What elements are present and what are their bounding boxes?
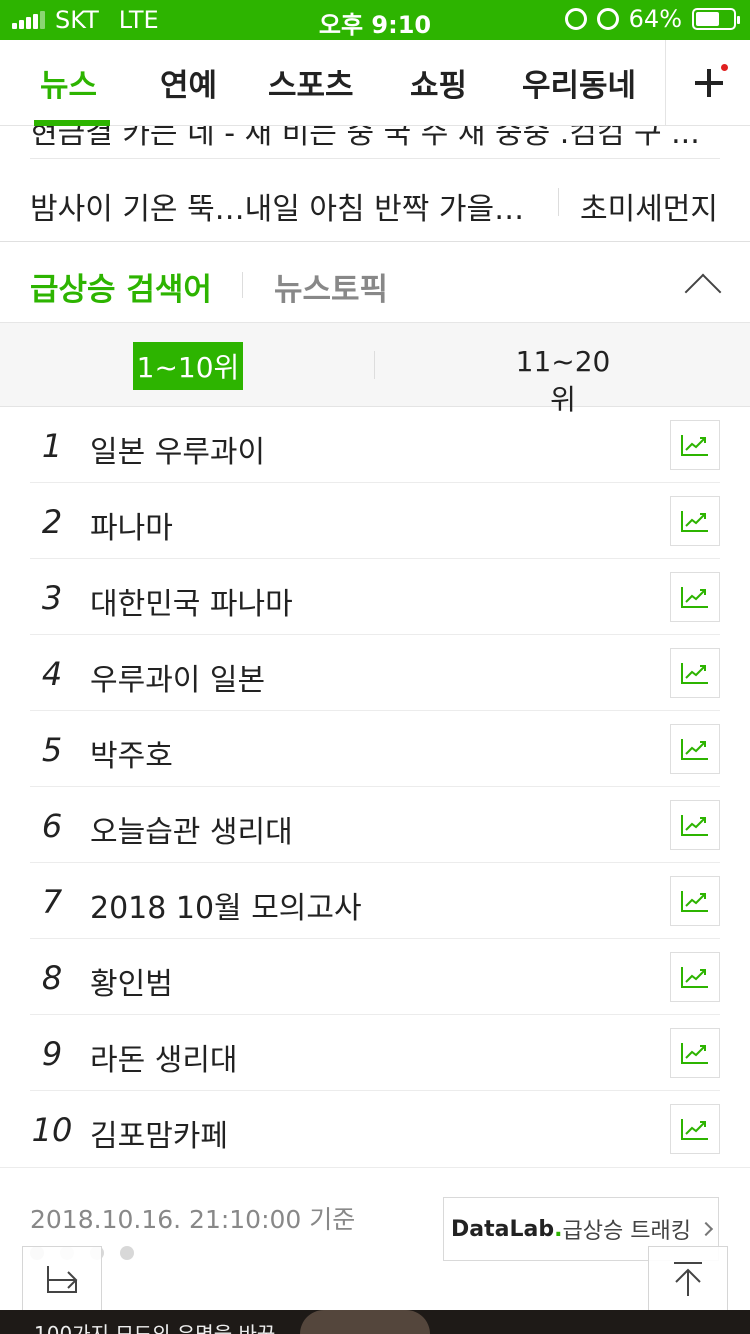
rank-keyword[interactable]: 김포맘카페 bbox=[90, 1111, 228, 1155]
rank-keyword[interactable]: 라돈 생리대 bbox=[90, 1035, 238, 1079]
rank-number: 7 bbox=[41, 883, 63, 921]
rank-row[interactable]: 1 일본 우루과이 bbox=[30, 407, 720, 483]
tab-rising-searches[interactable]: 급상승 검색어 bbox=[30, 264, 212, 309]
tab-shopping[interactable]: 쇼핑 bbox=[410, 60, 467, 105]
tab-neighborhood[interactable]: 우리동네 bbox=[522, 60, 636, 105]
rotation-lock-icon bbox=[564, 8, 587, 30]
rank-keyword[interactable]: 대한민국 파나마 bbox=[90, 579, 293, 623]
arrow-up-icon bbox=[674, 1262, 702, 1296]
rank-keyword[interactable]: 박주호 bbox=[90, 731, 173, 775]
rank-row[interactable]: 7 2018 10월 모의고사 bbox=[30, 863, 720, 939]
rank-number: 8 bbox=[41, 959, 63, 997]
trend-chart-icon bbox=[681, 967, 708, 988]
category-tab-bar: 뉴스 연예 스포츠 쇼핑 우리동네 bbox=[0, 40, 750, 126]
tab-entertainment[interactable]: 연예 bbox=[160, 60, 217, 105]
plus-icon-vertical bbox=[707, 69, 711, 97]
trend-chart-icon bbox=[681, 587, 708, 608]
tab-news-topic[interactable]: 뉴스토픽 bbox=[274, 264, 388, 309]
chevron-right-icon bbox=[698, 1221, 714, 1237]
trend-chart-button[interactable] bbox=[670, 496, 720, 546]
rank-row[interactable]: 8 황인범 bbox=[30, 939, 720, 1015]
headline-link[interactable]: 밤사이 기온 뚝…내일 아침 반짝 가을 … bbox=[30, 184, 530, 228]
rank-number: 9 bbox=[41, 1035, 63, 1073]
headline-cut[interactable]: 현금결 카는 네 - 새 비는 중 국 주 재 중중 .컴컴 구 ... bbox=[30, 126, 720, 152]
ad-banner-image bbox=[300, 1310, 430, 1334]
ad-banner-text: 100가지 모드의 유명을 바꾼 bbox=[34, 1322, 276, 1334]
divider bbox=[558, 188, 559, 216]
ad-banner[interactable]: 100가지 모드의 유명을 바꾼 bbox=[0, 1310, 750, 1334]
divider bbox=[30, 158, 720, 159]
trend-chart-icon bbox=[681, 815, 708, 836]
update-timestamp: 2018.10.16. 21:10:00 기준 bbox=[30, 1205, 356, 1234]
rank-row[interactable]: 4 우루과이 일본 bbox=[30, 635, 720, 711]
battery-icon bbox=[692, 8, 740, 30]
add-tab-button[interactable] bbox=[665, 40, 750, 126]
trend-chart-button[interactable] bbox=[670, 800, 720, 850]
rank-row[interactable]: 3 대한민국 파나마 bbox=[30, 559, 720, 635]
trend-chart-button[interactable] bbox=[670, 572, 720, 622]
status-right: 64% bbox=[564, 5, 740, 33]
news-headlines: 현금결 카는 네 - 새 비는 중 국 주 재 중중 .컴컴 구 ... 밤사이… bbox=[0, 126, 750, 241]
rank-number: 3 bbox=[41, 579, 63, 617]
collapse-button[interactable] bbox=[672, 260, 732, 311]
pager-dot[interactable] bbox=[120, 1246, 134, 1260]
rank-list: 1 일본 우루과이 2 파나마 3 대한민국 파나마 4 우루과이 일본 5 박… bbox=[30, 407, 720, 1167]
trend-chart-icon bbox=[681, 511, 708, 532]
divider bbox=[0, 1167, 750, 1168]
tab-sports[interactable]: 스포츠 bbox=[268, 60, 354, 105]
datalab-dot: . bbox=[554, 1216, 563, 1242]
rank-keyword[interactable]: 일본 우루과이 bbox=[90, 427, 265, 471]
rank-row[interactable]: 9 라돈 생리대 bbox=[30, 1015, 720, 1091]
trend-chart-button[interactable] bbox=[670, 952, 720, 1002]
trend-chart-button[interactable] bbox=[670, 876, 720, 926]
trend-chart-button[interactable] bbox=[670, 724, 720, 774]
trend-chart-button[interactable] bbox=[670, 420, 720, 470]
rank-keyword[interactable]: 황인범 bbox=[90, 959, 173, 1003]
rank-range-tabs: 1~10위 11~20위 bbox=[0, 323, 750, 416]
new-badge-dot bbox=[721, 64, 728, 71]
section-header: 급상승 검색어 뉴스토픽 bbox=[0, 241, 750, 323]
divider bbox=[242, 272, 243, 298]
rank-number: 5 bbox=[41, 731, 63, 769]
rank-keyword[interactable]: 파나마 bbox=[90, 503, 173, 547]
scroll-to-top-button[interactable] bbox=[648, 1246, 728, 1312]
trend-chart-icon bbox=[681, 739, 708, 760]
rank-number: 2 bbox=[41, 503, 63, 541]
rank-row[interactable]: 6 오늘습관 생리대 bbox=[30, 787, 720, 863]
rank-keyword[interactable]: 오늘습관 생리대 bbox=[90, 807, 293, 851]
rank-keyword[interactable]: 우루과이 일본 bbox=[90, 655, 265, 699]
rank-keyword[interactable]: 2018 10월 모의고사 bbox=[90, 883, 362, 927]
battery-percent: 64% bbox=[628, 5, 682, 33]
trend-chart-button[interactable] bbox=[670, 1104, 720, 1154]
tab-rank-1-10[interactable]: 1~10위 bbox=[133, 342, 243, 390]
trend-chart-button[interactable] bbox=[670, 1028, 720, 1078]
trend-chart-icon bbox=[681, 891, 708, 912]
trend-chart-icon bbox=[681, 1043, 708, 1064]
rank-number: 1 bbox=[41, 427, 63, 465]
trend-chart-icon bbox=[681, 663, 708, 684]
share-icon bbox=[47, 1266, 78, 1293]
trend-chart-icon bbox=[681, 1119, 708, 1140]
trend-chart-button[interactable] bbox=[670, 648, 720, 698]
divider bbox=[374, 351, 375, 379]
rank-row[interactable]: 10 김포맘카페 bbox=[30, 1091, 720, 1167]
headline-tag[interactable]: 초미세먼지 bbox=[580, 184, 718, 228]
tab-news[interactable]: 뉴스 bbox=[40, 60, 97, 105]
status-bar: SKT LTE 오후 9:10 64% bbox=[0, 0, 750, 40]
share-button[interactable] bbox=[22, 1246, 102, 1312]
trend-chart-icon bbox=[681, 435, 708, 456]
datalab-label: 급상승 트래킹 bbox=[562, 1219, 691, 1244]
alarm-icon bbox=[596, 8, 619, 30]
rank-number: 6 bbox=[41, 807, 63, 845]
rank-row[interactable]: 2 파나마 bbox=[30, 483, 720, 559]
datalab-logo: DataLab bbox=[451, 1216, 555, 1242]
rank-number: 10 bbox=[31, 1111, 73, 1149]
rank-number: 4 bbox=[41, 655, 63, 693]
chevron-up-icon bbox=[684, 273, 722, 311]
rank-row[interactable]: 5 박주호 bbox=[30, 711, 720, 787]
